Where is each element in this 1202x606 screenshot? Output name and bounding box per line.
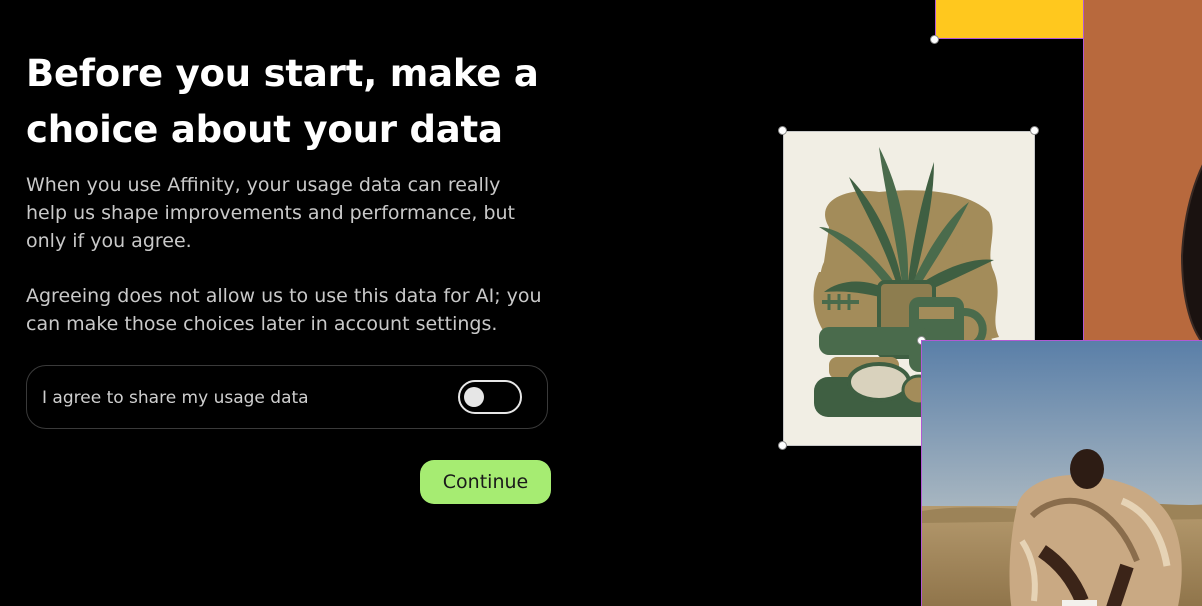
botanical-poster [783, 131, 1035, 446]
usage-data-description: When you use Affinity, your usage data c… [26, 174, 515, 252]
usage-data-consent-row[interactable]: I agree to share my usage data [26, 365, 548, 429]
continue-button[interactable]: Continue [420, 460, 551, 504]
selection-handle-icon [778, 126, 787, 135]
figure-silhouette-icon [1180, 164, 1202, 343]
selection-handle-icon [930, 35, 939, 44]
usage-data-toggle[interactable] [458, 380, 522, 414]
selection-handle-icon [917, 336, 926, 345]
orange-artboard [1083, 0, 1202, 343]
yellow-artboard [935, 0, 1085, 39]
consent-label: I agree to share my usage data [42, 388, 309, 408]
selection-handle-icon [778, 441, 787, 450]
ai-disclaimer-text: Agreeing does not allow us to use this d… [26, 285, 542, 335]
person-in-fur-coat-photo-icon [922, 341, 1202, 606]
toggle-knob [464, 387, 484, 407]
selection-handle-icon [1030, 126, 1039, 135]
page-title: Before you start, make a choice about yo… [26, 52, 539, 151]
fur-coat-photo [921, 340, 1202, 606]
botanical-vase-illustration-icon [813, 147, 1004, 417]
onboarding-screen: Before you start, make a choice about yo… [0, 0, 1202, 606]
